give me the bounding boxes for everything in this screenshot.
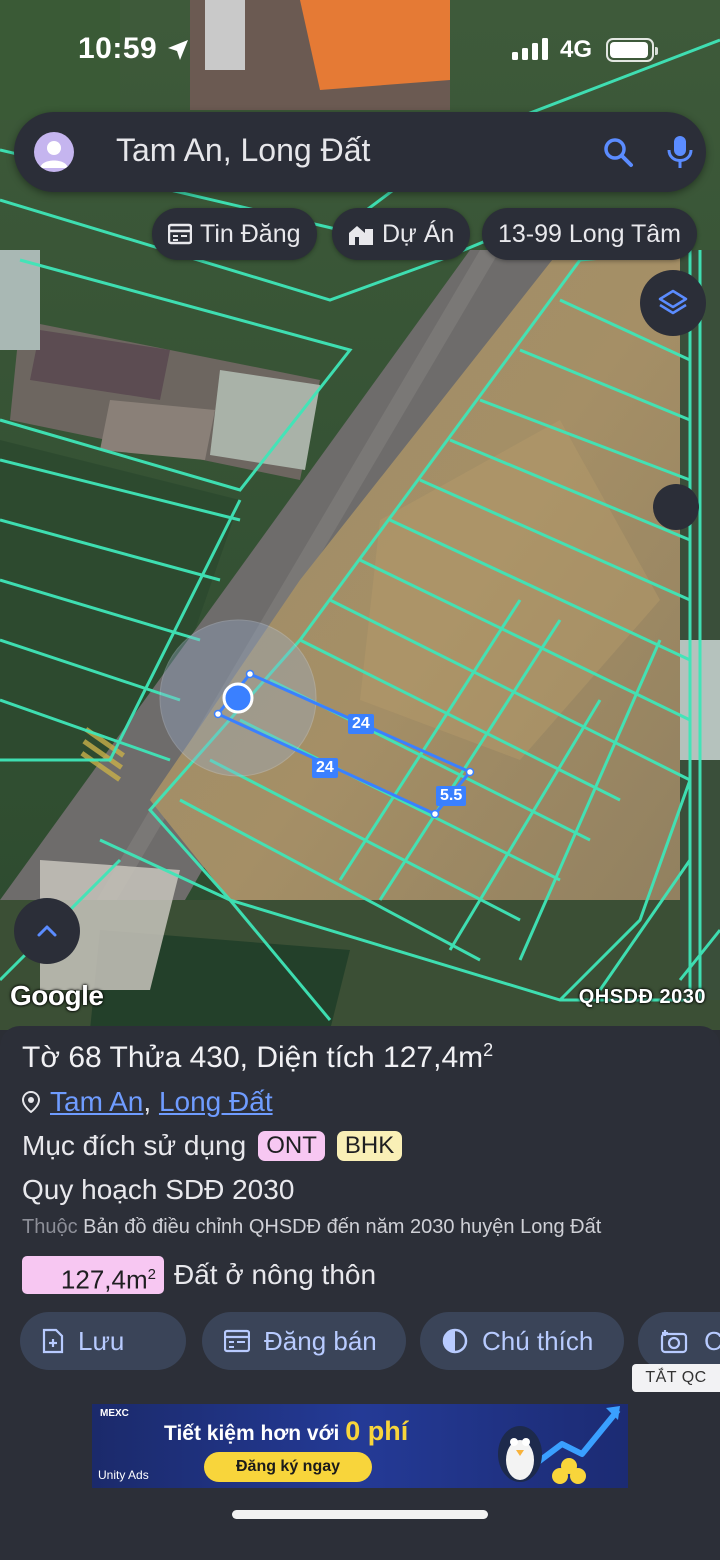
chip-label: Tin Đăng [200, 219, 301, 248]
purpose-label: Mục đích sử dụng [22, 1130, 247, 1161]
address-link-district[interactable]: Long Đất [159, 1086, 273, 1117]
chip-tin-dang[interactable]: Tin Đăng [152, 208, 317, 260]
battery-icon [606, 38, 658, 62]
ad-banner[interactable]: MEXC Tiết kiệm hơn với 0 phí Đăng ký nga… [92, 1404, 628, 1488]
status-bar: 10:59 4G [0, 0, 720, 96]
area-land-type: Đất ở nông thôn [174, 1259, 377, 1290]
ad-headline-accent: 0 phí [345, 1416, 409, 1446]
half-circle-icon [442, 1328, 468, 1354]
land-use-purpose: Mục đích sử dụng ONT BHK [22, 1130, 403, 1162]
chip-label: 13-99 Long Tâm [498, 219, 681, 248]
expand-up-button[interactable] [14, 898, 80, 964]
search-bar[interactable]: Tam An, Long Đất [14, 112, 706, 192]
file-add-icon [42, 1328, 64, 1354]
parcel-title-sup: 2 [483, 1040, 494, 1060]
screen: 24 24 5.5 10:59 4G Tam An, Long Đất Tin … [0, 0, 720, 1560]
chevron-up-icon [37, 925, 57, 937]
legend-button[interactable]: Chú thích [420, 1312, 624, 1370]
plan-source-prefix: Thuộc [22, 1216, 78, 1238]
search-icon[interactable] [602, 136, 634, 168]
plan-source-text: Bản đồ điều chỉnh QHSDĐ đến năm 2030 huy… [83, 1216, 602, 1238]
dimension-label-side: 5.5 [436, 786, 467, 806]
camera-button-label: C [704, 1325, 720, 1356]
cell-signal-icon [512, 38, 548, 60]
area-value-text: 127,4m [60, 1264, 148, 1295]
network-type: 4G [560, 36, 593, 63]
area-value: 127,4m2 [22, 1256, 164, 1295]
dimension-label-bottom: 24 [312, 758, 338, 778]
ad-network-label: Unity Ads [98, 1468, 149, 1482]
satellite-map[interactable]: 24 24 5.5 10:59 4G Tam An, Long Đất Tin … [0, 0, 720, 1030]
ad-brand: MEXC [100, 1408, 129, 1419]
save-button[interactable]: Lưu [20, 1312, 186, 1370]
search-query[interactable]: Tam An, Long Đất [116, 132, 370, 169]
camera-icon [660, 1330, 688, 1354]
plan-name: Quy hoạch SDĐ 2030 [22, 1174, 295, 1205]
layers-icon [658, 289, 688, 315]
location-arrow-icon [168, 40, 188, 60]
penguin-mascot-icon [498, 1406, 621, 1484]
address-separator: , [143, 1086, 152, 1117]
chip-du-an[interactable]: Dự Án [332, 208, 471, 260]
calendar-list-icon [224, 1329, 250, 1353]
ad-headline: Tiết kiệm hơn với 0 phí [164, 1416, 408, 1447]
map-scroll-handle[interactable] [653, 484, 699, 530]
address-link-commune[interactable]: Tam An [50, 1086, 143, 1117]
plan-source: Thuộc Bản đồ điều chỉnh QHSDĐ đến năm 20… [22, 1216, 601, 1239]
chip-long-tam[interactable]: 13-99 Long Tâm [482, 208, 697, 260]
google-logo: Google [10, 980, 104, 1011]
calendar-list-icon [168, 223, 192, 245]
purpose-badge-ont: ONT [258, 1131, 325, 1161]
chip-label: Dự Án [382, 219, 455, 248]
map-layer-label: QHSDĐ 2030 [578, 986, 706, 1008]
ad-cta-button[interactable]: Đăng ký ngay [204, 1452, 372, 1482]
microphone-icon[interactable] [666, 134, 694, 170]
post-for-sale-button[interactable]: Đăng bán [202, 1312, 406, 1370]
camera-button[interactable]: C [638, 1312, 720, 1370]
dimension-label-top: 24 [348, 714, 374, 734]
user-icon [40, 141, 68, 168]
parcel-info-sheet: Tờ 68 Thửa 430, Diện tích 127,4m2 Tam An… [0, 1026, 720, 1560]
legend-button-label: Chú thích [482, 1325, 594, 1356]
avatar[interactable] [34, 132, 74, 172]
ad-headline-text: Tiết kiệm hơn với [164, 1422, 340, 1445]
parcel-address: Tam An, Long Đất [22, 1086, 273, 1118]
buildings-icon [349, 226, 373, 245]
location-pin-icon [22, 1091, 40, 1113]
save-button-label: Lưu [78, 1325, 125, 1356]
parcel-title-text: Tờ 68 Thửa 430, Diện tích 127,4m [22, 1041, 484, 1074]
home-indicator[interactable] [232, 1510, 488, 1519]
parcel-title: Tờ 68 Thửa 430, Diện tích 127,4m2 [22, 1040, 493, 1075]
area-row: 127,4m2 Đất ở nông thôn [22, 1256, 377, 1295]
area-value-sup: 2 [147, 1266, 156, 1283]
status-time: 10:59 [78, 32, 158, 65]
hide-ads-button[interactable]: TẮT QC [632, 1364, 720, 1392]
post-for-sale-label: Đăng bán [264, 1325, 377, 1356]
purpose-badge-bhk: BHK [336, 1131, 403, 1161]
layers-button[interactable] [640, 270, 706, 336]
